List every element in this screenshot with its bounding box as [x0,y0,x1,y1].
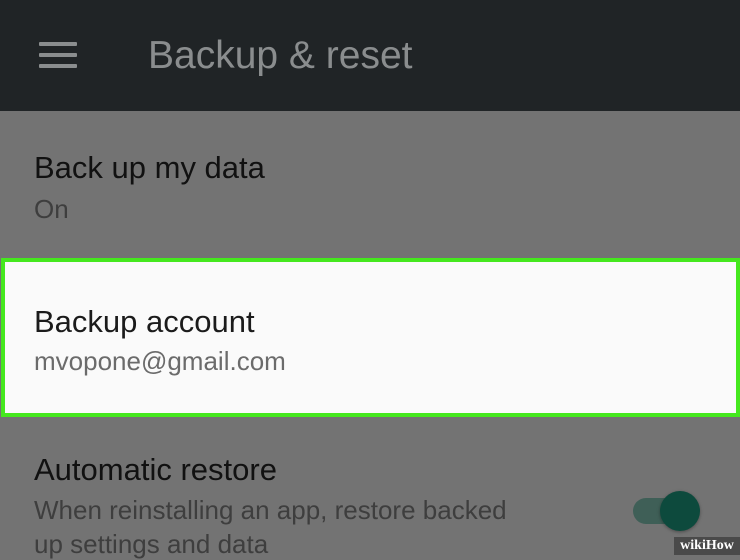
setting-back-up-my-data[interactable]: Back up my data On [0,111,740,257]
setting-title: Back up my data [34,150,265,185]
toggle-thumb [660,491,700,531]
page-title: Backup & reset [148,34,413,77]
app-bar: Backup & reset [0,0,740,111]
setting-summary: On [34,194,69,224]
setting-automatic-restore[interactable]: Automatic restore When reinstalling an a… [0,417,740,559]
setting-summary-line-2: up settings and data [34,529,269,559]
setting-summary: mvopone@gmail.com [34,346,286,376]
setting-backup-account[interactable]: Backup account mvopone@gmail.com [1,258,740,417]
setting-summary-line-1: When reinstalling an app, restore backed [34,495,507,525]
wikihow-watermark: wikiHow [674,537,740,555]
hamburger-menu-icon[interactable] [39,42,77,68]
automatic-restore-toggle[interactable] [633,491,703,531]
setting-title: Backup account [34,304,255,339]
setting-title: Automatic restore [34,452,277,487]
